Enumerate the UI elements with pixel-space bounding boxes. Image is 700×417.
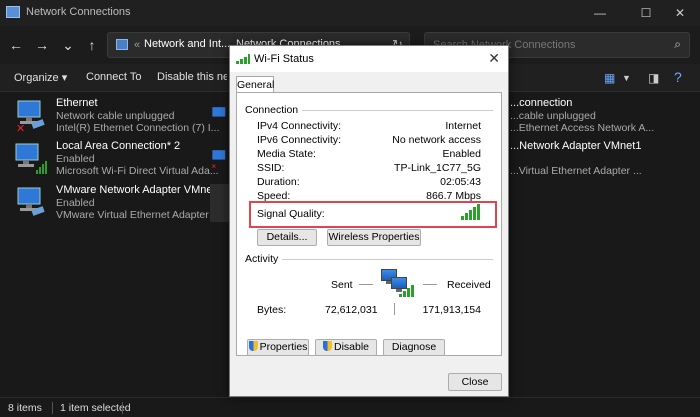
svg-text:✕: ✕ bbox=[16, 122, 25, 133]
wifi-signal-icon bbox=[236, 54, 250, 64]
bytes-sent-value: 72,612,031 bbox=[325, 304, 378, 316]
item-device: Intel(R) Ethernet Connection (7) I... bbox=[56, 122, 220, 134]
status-bar: 8 items 1 item selected bbox=[0, 397, 700, 417]
forward-button[interactable]: → bbox=[32, 35, 52, 55]
ethernet-icon bbox=[212, 107, 226, 117]
item-name: Ethernet bbox=[56, 97, 98, 109]
address-overflow[interactable]: « bbox=[134, 39, 140, 51]
activity-signal-icon bbox=[399, 285, 415, 297]
duration-value: 02:05:43 bbox=[440, 176, 481, 188]
ssid-value: TP-Link_1C77_5G bbox=[394, 162, 481, 174]
preview-pane-icon[interactable]: ◨ bbox=[648, 71, 659, 85]
item-status: Enabled bbox=[56, 153, 95, 165]
item-name: Local Area Connection* 2 bbox=[56, 140, 181, 152]
window-titlebar: Network Connections — ☐ ✕ bbox=[0, 0, 700, 26]
uac-shield-icon bbox=[322, 341, 332, 351]
selected-count: 1 item selected bbox=[60, 402, 131, 414]
details-button[interactable]: Details... bbox=[257, 229, 317, 246]
uac-shield-icon bbox=[248, 341, 258, 351]
sent-label: Sent bbox=[331, 279, 353, 291]
tab-general[interactable]: General bbox=[236, 76, 274, 93]
close-window-button[interactable]: ✕ bbox=[660, 2, 700, 24]
signal-quality-label: Signal Quality: bbox=[257, 208, 325, 220]
ethernet-disconnected-icon: ✕ bbox=[16, 100, 45, 133]
item-device: Microsoft Wi-Fi Direct Virtual Ada... bbox=[56, 165, 219, 177]
dialog-title: Wi-Fi Status bbox=[254, 53, 314, 65]
item-name: ...Network Adapter VMnet1 bbox=[510, 140, 642, 152]
received-line bbox=[423, 284, 437, 285]
ipv6-label: IPv6 Connectivity: bbox=[257, 134, 342, 146]
ipv6-value: No network access bbox=[392, 134, 481, 146]
signal-strength-icon bbox=[461, 204, 481, 220]
status-separator bbox=[122, 402, 123, 414]
duration-label: Duration: bbox=[257, 176, 300, 188]
ethernet-disconnected-icon: ✕ bbox=[211, 150, 226, 170]
wifi-adapter-icon bbox=[15, 143, 47, 174]
ssid-label: SSID: bbox=[257, 162, 285, 174]
item-device: ...Ethernet Access Network A... bbox=[510, 122, 655, 134]
vmware-adapter-icon bbox=[17, 187, 45, 216]
diagnose-button[interactable]: Diagnose bbox=[383, 339, 445, 356]
bytes-divider bbox=[394, 303, 395, 315]
disable-button-label: Disable bbox=[333, 341, 370, 353]
list-item-vmware-vmnet8[interactable]: VMware Network Adapter VMnet8 Enabled VM… bbox=[14, 184, 234, 222]
item-name: VMware Network Adapter VMnet8 bbox=[56, 184, 222, 196]
general-panel: Connection IPv4 Connectivity: Internet I… bbox=[236, 92, 502, 356]
svg-text:✕: ✕ bbox=[211, 162, 216, 170]
list-item-local-area-connection-2[interactable]: Local Area Connection* 2 Enabled Microso… bbox=[14, 140, 234, 178]
item-count: 8 items bbox=[8, 402, 42, 414]
search-icon[interactable]: ⌕ bbox=[674, 37, 681, 52]
item-status: ...cable unplugged bbox=[510, 110, 596, 122]
back-button[interactable]: ← bbox=[6, 35, 26, 55]
ipv4-label: IPv4 Connectivity: bbox=[257, 120, 342, 132]
connection-group-label: Connection bbox=[245, 104, 303, 116]
wireless-properties-button[interactable]: Wireless Properties bbox=[327, 229, 421, 246]
sent-line bbox=[359, 284, 373, 285]
connection-group-line bbox=[293, 110, 493, 111]
properties-button-label: Properties bbox=[259, 341, 308, 353]
item-device: VMware Virtual Ethernet Adapter ... bbox=[56, 209, 221, 221]
media-state-label: Media State: bbox=[257, 148, 316, 160]
bytes-label: Bytes: bbox=[257, 304, 287, 316]
up-button[interactable]: ↑ bbox=[82, 35, 102, 55]
change-view-icon[interactable]: ▦ bbox=[604, 71, 615, 85]
item-status: Network cable unplugged bbox=[56, 110, 175, 122]
window-title: Network Connections bbox=[26, 6, 131, 18]
recent-locations-button[interactable]: ⌄ bbox=[58, 35, 78, 55]
media-state-value: Enabled bbox=[442, 148, 481, 160]
ipv4-value: Internet bbox=[445, 120, 481, 132]
properties-button[interactable]: Properties bbox=[247, 339, 309, 356]
network-connections-app-icon bbox=[6, 6, 20, 18]
wifi-status-dialog: Wi-Fi Status ✕ General Connection IPv4 C… bbox=[229, 45, 509, 397]
control-panel-icon bbox=[116, 39, 128, 50]
organize-menu[interactable]: Organize ▾ bbox=[14, 71, 67, 84]
connect-to-button[interactable]: Connect To bbox=[86, 71, 141, 83]
list-item-selected-hidden[interactable] bbox=[210, 184, 230, 222]
dialog-titlebar: Wi-Fi Status ✕ bbox=[230, 46, 508, 72]
item-name: ...connection bbox=[510, 97, 573, 109]
dialog-close-icon[interactable]: ✕ bbox=[488, 50, 500, 67]
bytes-received-value: 171,913,154 bbox=[422, 304, 481, 316]
list-item-ethernet[interactable]: ✕ Ethernet Network cable unplugged Intel… bbox=[14, 97, 234, 135]
item-device: ...Virtual Ethernet Adapter ... bbox=[510, 165, 642, 177]
minimize-button[interactable]: — bbox=[580, 2, 620, 24]
disable-button[interactable]: Disable bbox=[315, 339, 377, 356]
close-button[interactable]: Close bbox=[448, 373, 502, 391]
help-icon[interactable]: ? bbox=[674, 69, 682, 85]
activity-group-label: Activity bbox=[245, 253, 283, 265]
breadcrumb-network-and-internet[interactable]: Network and Int... bbox=[144, 38, 230, 50]
view-dropdown-icon[interactable]: ▼ bbox=[622, 73, 631, 83]
received-label: Received bbox=[447, 279, 491, 291]
item-status: Enabled bbox=[56, 197, 95, 209]
activity-group-line bbox=[281, 259, 493, 260]
disable-device-button[interactable]: Disable this network device bbox=[157, 71, 227, 83]
status-separator bbox=[52, 402, 53, 414]
